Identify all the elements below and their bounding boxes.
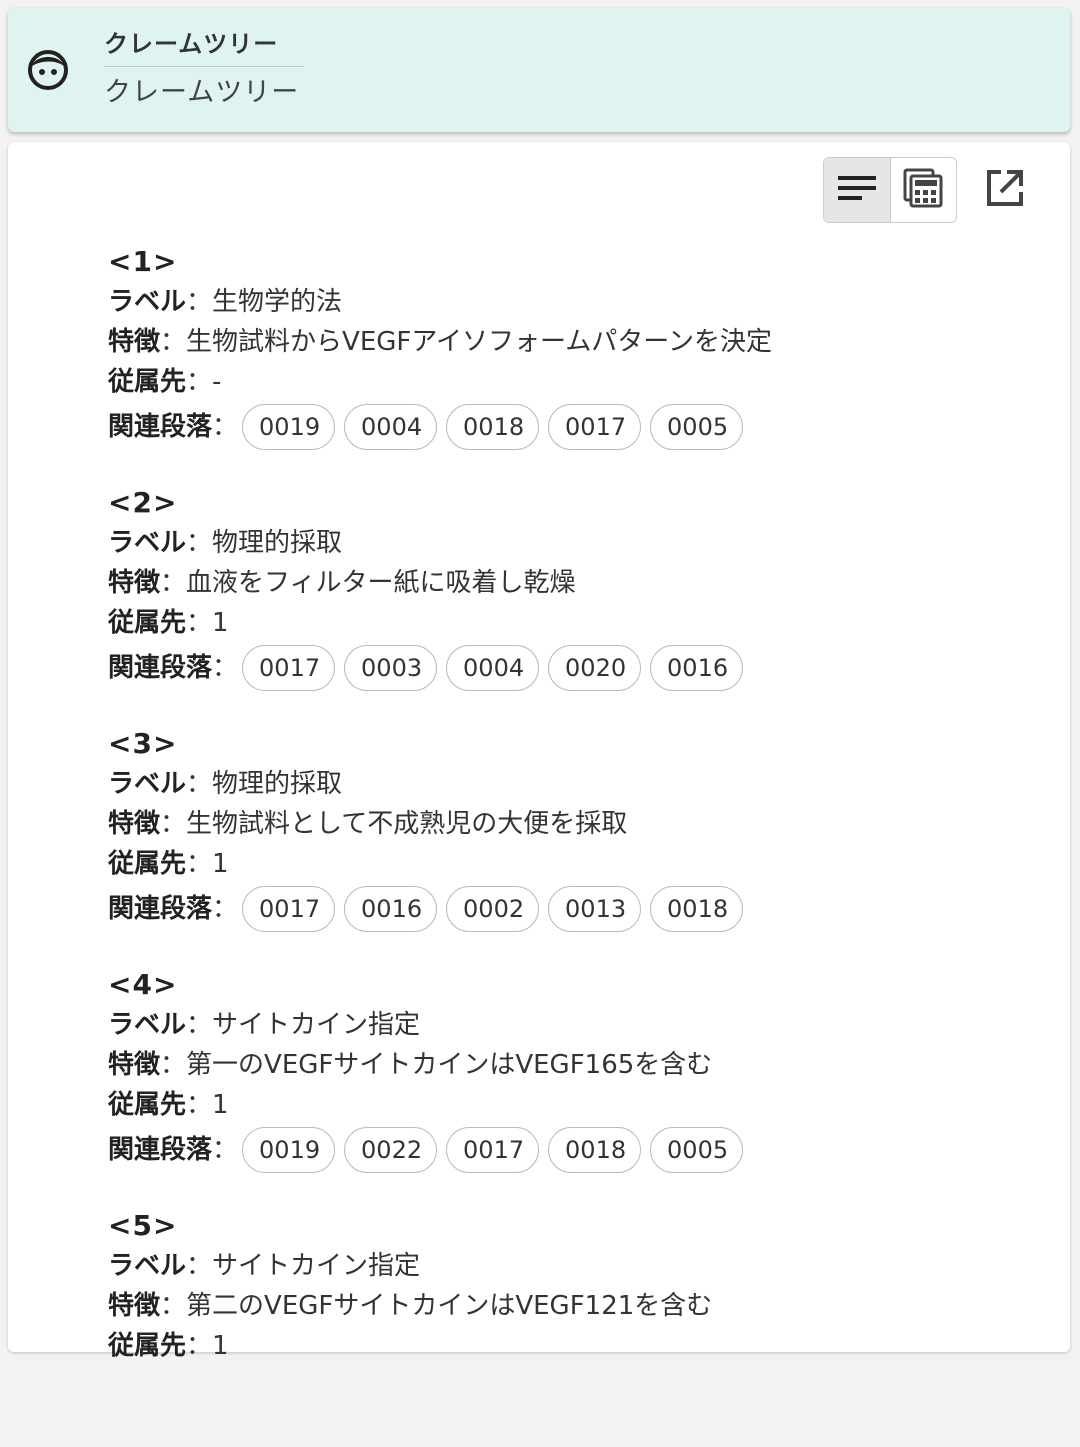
feature-key: 特徴 (108, 809, 161, 839)
view-toggle-group (823, 157, 957, 223)
claim-tree-card: <1> ラベル：生物学的法 特徴：生物試料からVEGFアイソフォームパターンを決… (8, 142, 1070, 1361)
table-view-button[interactable] (891, 158, 957, 222)
label-key: ラベル (108, 1010, 187, 1040)
paragraph-key: 関連段落 (108, 1135, 213, 1165)
separator: ： (160, 568, 187, 598)
paragraph-key: 関連段落 (108, 894, 213, 924)
separator: ： (212, 412, 239, 442)
paragraph-chip[interactable]: 0004 (446, 645, 540, 691)
paragraph-chip[interactable]: 0018 (548, 1127, 642, 1173)
claim-feature: 血液をフィルター紙に吸着し乾燥 (186, 568, 576, 598)
claim-label: サイトカイン指定 (212, 1010, 421, 1040)
separator: ： (160, 809, 187, 839)
parent-key: 従属先 (108, 608, 187, 638)
paragraph-chip[interactable]: 0020 (548, 645, 642, 691)
separator: ： (212, 1135, 239, 1165)
paragraph-chip[interactable]: 0018 (446, 404, 540, 450)
paragraph-chip[interactable]: 0003 (344, 645, 438, 691)
list-lines-icon (837, 174, 876, 206)
claim-number: <4> (108, 968, 178, 1001)
paragraph-chip[interactable]: 0019 (242, 1127, 336, 1173)
header-titles: クレームツリー クレームツリー (104, 28, 304, 113)
claim-parent: - (212, 367, 222, 397)
claim-item: <5> ラベル：サイトカイン指定 特徴：第二のVEGFサイトカインはVEGF12… (108, 1206, 1008, 1447)
separator: ： (186, 1251, 213, 1281)
separator: ： (186, 1090, 213, 1120)
separator: ： (160, 1291, 187, 1321)
feature-key: 特徴 (108, 568, 161, 598)
paragraph-chip[interactable]: 0005 (650, 1127, 744, 1173)
paragraph-chips: 0017 0003 0004 0020 0016 (242, 645, 752, 691)
claim-label: 物理的採取 (212, 528, 343, 558)
parent-key: 従属先 (108, 1090, 187, 1120)
paragraph-chip[interactable]: 0017 (446, 1127, 540, 1173)
claim-item: <1> ラベル：生物学的法 特徴：生物試料からVEGFアイソフォームパターンを決… (108, 242, 1008, 483)
paragraph-chip[interactable]: 0016 (650, 645, 744, 691)
feature-key: 特徴 (108, 1050, 161, 1080)
claim-label: 生物学的法 (212, 287, 343, 317)
paragraph-chip[interactable]: 0017 (548, 404, 642, 450)
separator: ： (186, 367, 213, 397)
separator: ： (212, 894, 239, 924)
feature-key: 特徴 (108, 327, 161, 357)
list-view-button[interactable] (824, 158, 891, 222)
claim-number: <3> (108, 727, 178, 760)
paragraph-chip[interactable]: 0004 (344, 404, 438, 450)
separator: ： (186, 608, 213, 638)
claim-number: <5> (108, 1209, 178, 1242)
feature-key: 特徴 (108, 1291, 161, 1321)
claim-parent: 1 (212, 849, 229, 879)
paragraph-key: 関連段落 (108, 412, 213, 442)
claim-feature: 第二のVEGFサイトカインはVEGF121を含む (186, 1291, 713, 1321)
separator: ： (186, 287, 213, 317)
claim-parent: 1 (212, 1090, 229, 1120)
claim-item: <2> ラベル：物理的採取 特徴：血液をフィルター紙に吸着し乾燥 従属先：1 関… (108, 483, 1008, 724)
label-key: ラベル (108, 528, 187, 558)
calculator-grid-icon (903, 168, 943, 212)
claim-number: <2> (108, 486, 178, 519)
face-icon (26, 48, 70, 92)
claim-label: 物理的採取 (212, 769, 343, 799)
parent-key: 従属先 (108, 849, 187, 879)
claim-list: <1> ラベル：生物学的法 特徴：生物試料からVEGFアイソフォームパターンを決… (108, 242, 1008, 1447)
label-key: ラベル (108, 769, 187, 799)
paragraph-chips: 0019 0004 0018 0017 0005 (242, 404, 752, 450)
claim-label: サイトカイン指定 (212, 1251, 421, 1281)
paragraph-chip[interactable]: 0018 (650, 886, 744, 932)
paragraph-chip[interactable]: 0013 (548, 886, 642, 932)
claim-feature: 生物試料として不成熟児の大便を採取 (186, 809, 628, 839)
separator: ： (186, 849, 213, 879)
separator: ： (186, 528, 213, 558)
paragraph-key: 関連段落 (108, 653, 213, 683)
app-header: クレームツリー クレームツリー (8, 8, 1070, 132)
separator: ： (186, 1010, 213, 1040)
parent-key: 従属先 (108, 367, 187, 397)
header-subtitle: クレームツリー (104, 77, 300, 108)
open-in-new-button[interactable] (974, 159, 1036, 221)
separator: ： (160, 1050, 187, 1080)
label-key: ラベル (108, 287, 187, 317)
separator: ： (160, 327, 187, 357)
claim-number: <1> (108, 245, 178, 278)
paragraph-chip[interactable]: 0016 (344, 886, 438, 932)
open-in-new-icon (985, 168, 1025, 212)
claim-feature: 生物試料からVEGFアイソフォームパターンを決定 (186, 327, 772, 357)
separator: ： (212, 653, 239, 683)
paragraph-chip[interactable]: 0019 (242, 404, 336, 450)
claim-parent: 1 (212, 608, 229, 638)
header-title: クレームツリー (104, 28, 304, 67)
claim-feature: 第一のVEGFサイトカインはVEGF165を含む (186, 1050, 713, 1080)
paragraph-chip[interactable]: 0022 (344, 1127, 438, 1173)
paragraph-chip[interactable]: 0005 (650, 404, 744, 450)
label-key: ラベル (108, 1251, 187, 1281)
separator: ： (186, 769, 213, 799)
paragraph-chip[interactable]: 0017 (242, 886, 336, 932)
paragraph-chip[interactable]: 0017 (242, 645, 336, 691)
claim-item: <4> ラベル：サイトカイン指定 特徴：第一のVEGFサイトカインはVEGF16… (108, 965, 1008, 1206)
claim-item: <3> ラベル：物理的採取 特徴：生物試料として不成熟児の大便を採取 従属先：1… (108, 724, 1008, 965)
paragraph-chips: 0019 0022 0017 0018 0005 (242, 1127, 752, 1173)
paragraph-chip[interactable]: 0002 (446, 886, 540, 932)
paragraph-chips: 0017 0016 0002 0013 0018 (242, 886, 752, 932)
